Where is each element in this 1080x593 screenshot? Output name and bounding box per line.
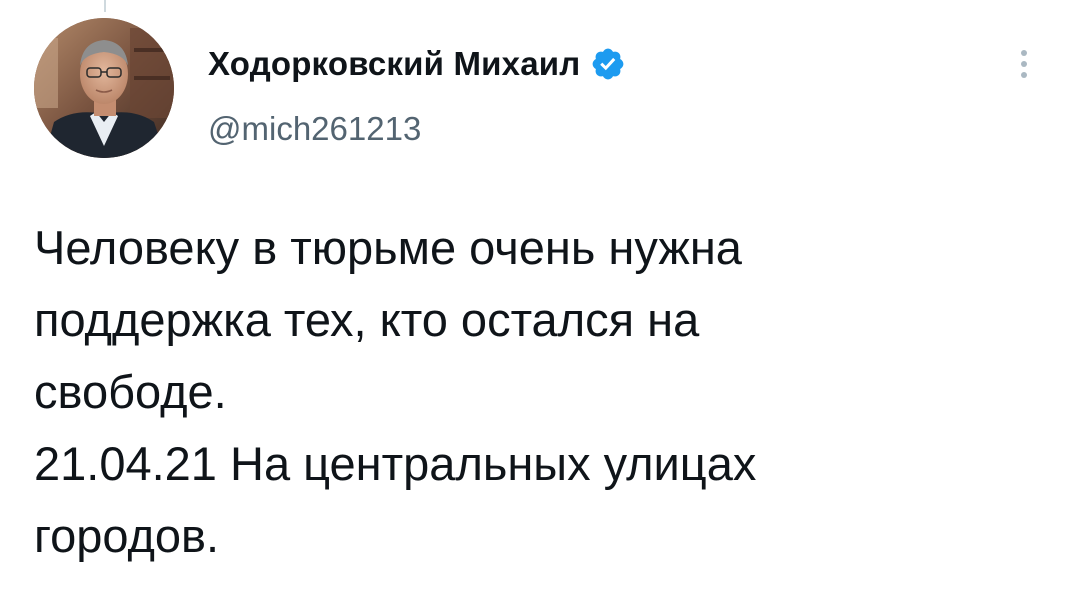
verified-badge-icon — [590, 46, 626, 82]
tweet-text-line: Человеку в тюрьме очень нужна — [34, 221, 742, 274]
tweet-header: Ходорковский Михаил @mich261213 — [34, 18, 1046, 164]
tweet-text: Человеку в тюрьме очень нужна поддержка … — [34, 212, 1034, 572]
more-options-icon[interactable] — [1014, 46, 1034, 90]
avatar-image — [34, 18, 174, 158]
tweet-text-line: поддержка тех, кто остался на — [34, 293, 700, 346]
thread-connector-line — [104, 0, 106, 12]
tweet-text-line: 21.04.21 На центральных улицах — [34, 437, 757, 490]
avatar[interactable] — [34, 18, 174, 158]
tweet-text-line: свободе. — [34, 365, 227, 418]
tweet-card: Ходорковский Михаил @mich261213 Человеку… — [0, 0, 1080, 593]
author-display-name[interactable]: Ходорковский Михаил — [208, 45, 580, 83]
tweet-text-line: городов. — [34, 509, 220, 562]
author-handle[interactable]: @mich261213 — [208, 110, 421, 148]
author-name-row: Ходорковский Михаил — [208, 42, 626, 86]
